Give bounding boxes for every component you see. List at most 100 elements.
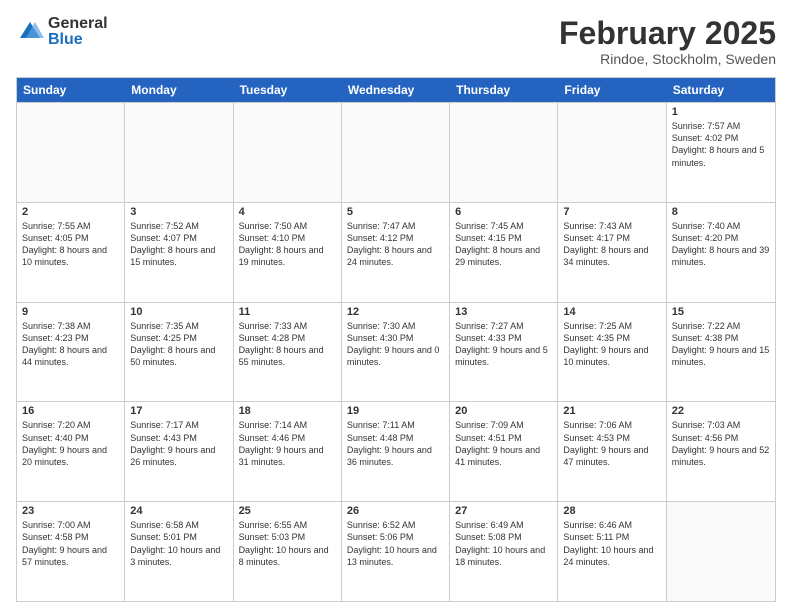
day-cell <box>667 502 775 601</box>
day-info: Sunrise: 7:30 AM Sunset: 4:30 PM Dayligh… <box>347 320 444 369</box>
day-cell: 21Sunrise: 7:06 AM Sunset: 4:53 PM Dayli… <box>558 402 666 501</box>
day-info: Sunrise: 7:38 AM Sunset: 4:23 PM Dayligh… <box>22 320 119 369</box>
week-row: 1 Sunrise: 7:57 AM Sunset: 4:02 PM Daylig… <box>17 102 775 202</box>
day-info: Sunrise: 6:46 AM Sunset: 5:11 PM Dayligh… <box>563 519 660 568</box>
day-info: Sunrise: 7:09 AM Sunset: 4:51 PM Dayligh… <box>455 419 552 468</box>
day-info: Sunrise: 7:47 AM Sunset: 4:12 PM Dayligh… <box>347 220 444 269</box>
day-number: 1 <box>672 106 770 118</box>
day-header: Monday <box>125 78 233 102</box>
day-cell: 14 Sunrise: 7:25 AM Sunset: 4:35 PM Dayli… <box>558 303 666 402</box>
day-info: Sunrise: 7:17 AM Sunset: 4:43 PM Dayligh… <box>130 419 227 468</box>
day-header: Friday <box>558 78 666 102</box>
header: General Blue February 2025 Rindoe, Stock… <box>16 16 776 67</box>
day-number: 14 <box>563 306 660 318</box>
day-info: Sunrise: 7:00 AM Sunset: 4:58 PM Dayligh… <box>22 519 119 568</box>
day-info: Sunrise: 6:49 AM Sunset: 5:08 PM Dayligh… <box>455 519 552 568</box>
day-cell: 3 Sunrise: 7:52 AM Sunset: 4:07 PM Daylig… <box>125 203 233 302</box>
day-info: Sunrise: 7:50 AM Sunset: 4:10 PM Dayligh… <box>239 220 336 269</box>
day-number: 7 <box>563 206 660 218</box>
day-number: 23 <box>22 505 119 517</box>
day-number: 4 <box>239 206 336 218</box>
day-cell: 10 Sunrise: 7:35 AM Sunset: 4:25 PM Dayli… <box>125 303 233 402</box>
day-cell: 19 Sunrise: 7:11 AM Sunset: 4:48 PM Dayli… <box>342 402 450 501</box>
day-number: 28 <box>563 505 660 517</box>
week-row: 9 Sunrise: 7:38 AM Sunset: 4:23 PM Daylig… <box>17 302 775 402</box>
title-block: February 2025 Rindoe, Stockholm, Sweden <box>559 16 776 67</box>
day-info: Sunrise: 7:35 AM Sunset: 4:25 PM Dayligh… <box>130 320 227 369</box>
day-header: Sunday <box>17 78 125 102</box>
day-number: 26 <box>347 505 444 517</box>
day-cell: 23 Sunrise: 7:00 AM Sunset: 4:58 PM Dayli… <box>17 502 125 601</box>
day-number: 8 <box>672 206 770 218</box>
day-number: 21 <box>563 405 660 417</box>
day-number: 27 <box>455 505 552 517</box>
day-cell: 25Sunrise: 6:55 AM Sunset: 5:03 PM Dayli… <box>234 502 342 601</box>
day-cell: 28 Sunrise: 6:46 AM Sunset: 5:11 PM Dayli… <box>558 502 666 601</box>
day-number: 12 <box>347 306 444 318</box>
day-cell <box>450 103 558 202</box>
day-number: 9 <box>22 306 119 318</box>
day-header: Wednesday <box>342 78 450 102</box>
logo: General Blue <box>16 16 108 48</box>
day-number: 24 <box>130 505 227 517</box>
day-header: Thursday <box>450 78 558 102</box>
day-cell: 15 Sunrise: 7:22 AM Sunset: 4:38 PM Dayli… <box>667 303 775 402</box>
day-info: Sunrise: 7:45 AM Sunset: 4:15 PM Dayligh… <box>455 220 552 269</box>
day-header: Tuesday <box>234 78 342 102</box>
day-cell: 8 Sunrise: 7:40 AM Sunset: 4:20 PM Daylig… <box>667 203 775 302</box>
day-cell: 20 Sunrise: 7:09 AM Sunset: 4:51 PM Dayli… <box>450 402 558 501</box>
day-info: Sunrise: 7:55 AM Sunset: 4:05 PM Dayligh… <box>22 220 119 269</box>
logo-text: General Blue <box>48 16 108 48</box>
day-number: 18 <box>239 405 336 417</box>
day-number: 15 <box>672 306 770 318</box>
day-cell: 16Sunrise: 7:20 AM Sunset: 4:40 PM Dayli… <box>17 402 125 501</box>
day-number: 2 <box>22 206 119 218</box>
logo-general: General <box>48 16 108 32</box>
day-number: 5 <box>347 206 444 218</box>
day-number: 17 <box>130 405 227 417</box>
calendar: SundayMondayTuesdayWednesdayThursdayFrid… <box>16 77 776 602</box>
day-info: Sunrise: 6:52 AM Sunset: 5:06 PM Dayligh… <box>347 519 444 568</box>
day-info: Sunrise: 7:11 AM Sunset: 4:48 PM Dayligh… <box>347 419 444 468</box>
day-info: Sunrise: 7:20 AM Sunset: 4:40 PM Dayligh… <box>22 419 119 468</box>
week-row: 16Sunrise: 7:20 AM Sunset: 4:40 PM Dayli… <box>17 401 775 501</box>
day-cell: 6 Sunrise: 7:45 AM Sunset: 4:15 PM Daylig… <box>450 203 558 302</box>
day-cell: 17 Sunrise: 7:17 AM Sunset: 4:43 PM Dayli… <box>125 402 233 501</box>
day-cell <box>342 103 450 202</box>
day-cell: 26 Sunrise: 6:52 AM Sunset: 5:06 PM Dayli… <box>342 502 450 601</box>
day-headers: SundayMondayTuesdayWednesdayThursdayFrid… <box>17 78 775 102</box>
day-number: 11 <box>239 306 336 318</box>
logo-blue: Blue <box>48 32 108 48</box>
day-number: 22 <box>672 405 770 417</box>
month-title: February 2025 <box>559 16 776 51</box>
day-number: 20 <box>455 405 552 417</box>
day-cell <box>558 103 666 202</box>
day-info: Sunrise: 7:43 AM Sunset: 4:17 PM Dayligh… <box>563 220 660 269</box>
day-number: 10 <box>130 306 227 318</box>
day-cell: 11 Sunrise: 7:33 AM Sunset: 4:28 PM Dayli… <box>234 303 342 402</box>
day-info: Sunrise: 6:58 AM Sunset: 5:01 PM Dayligh… <box>130 519 227 568</box>
week-row: 23 Sunrise: 7:00 AM Sunset: 4:58 PM Dayli… <box>17 501 775 601</box>
day-info: Sunrise: 7:14 AM Sunset: 4:46 PM Dayligh… <box>239 419 336 468</box>
day-info: Sunrise: 7:27 AM Sunset: 4:33 PM Dayligh… <box>455 320 552 369</box>
day-info: Sunrise: 7:33 AM Sunset: 4:28 PM Dayligh… <box>239 320 336 369</box>
day-info: Sunrise: 7:03 AM Sunset: 4:56 PM Dayligh… <box>672 419 770 468</box>
location: Rindoe, Stockholm, Sweden <box>559 51 776 67</box>
day-info: Sunrise: 7:57 AM Sunset: 4:02 PM Dayligh… <box>672 120 770 169</box>
day-cell: 7 Sunrise: 7:43 AM Sunset: 4:17 PM Daylig… <box>558 203 666 302</box>
day-number: 3 <box>130 206 227 218</box>
day-number: 6 <box>455 206 552 218</box>
day-cell: 9 Sunrise: 7:38 AM Sunset: 4:23 PM Daylig… <box>17 303 125 402</box>
day-number: 19 <box>347 405 444 417</box>
day-cell: 24 Sunrise: 6:58 AM Sunset: 5:01 PM Dayli… <box>125 502 233 601</box>
day-info: Sunrise: 7:22 AM Sunset: 4:38 PM Dayligh… <box>672 320 770 369</box>
day-header: Saturday <box>667 78 775 102</box>
day-cell: 2 Sunrise: 7:55 AM Sunset: 4:05 PM Daylig… <box>17 203 125 302</box>
day-cell: 5 Sunrise: 7:47 AM Sunset: 4:12 PM Daylig… <box>342 203 450 302</box>
day-info: Sunrise: 7:40 AM Sunset: 4:20 PM Dayligh… <box>672 220 770 269</box>
day-cell: 27 Sunrise: 6:49 AM Sunset: 5:08 PM Dayli… <box>450 502 558 601</box>
day-info: Sunrise: 7:25 AM Sunset: 4:35 PM Dayligh… <box>563 320 660 369</box>
day-cell <box>17 103 125 202</box>
day-number: 13 <box>455 306 552 318</box>
day-info: Sunrise: 7:52 AM Sunset: 4:07 PM Dayligh… <box>130 220 227 269</box>
